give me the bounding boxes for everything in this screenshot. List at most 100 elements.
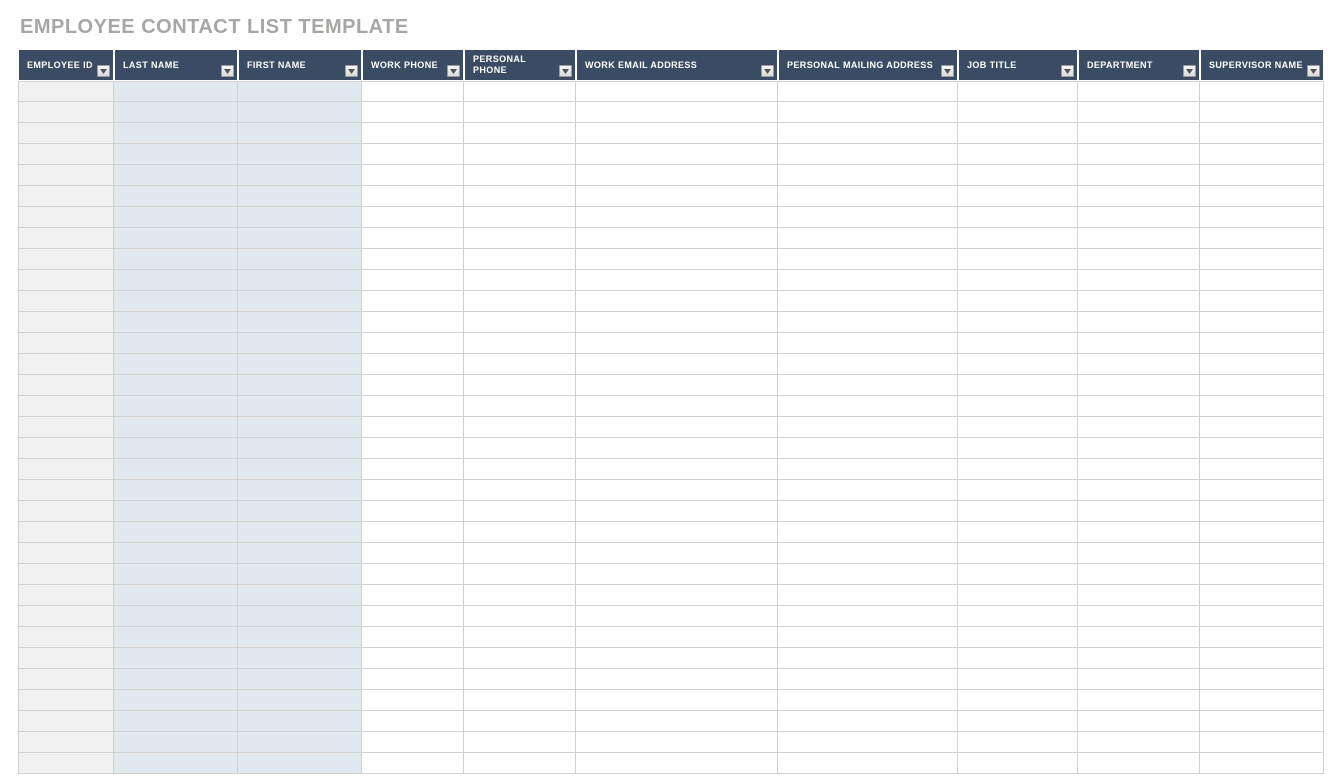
table-cell[interactable] — [18, 291, 114, 312]
table-cell[interactable] — [1200, 690, 1324, 711]
table-cell[interactable] — [1078, 186, 1200, 207]
table-cell[interactable] — [18, 459, 114, 480]
table-cell[interactable] — [778, 396, 958, 417]
table-cell[interactable] — [362, 270, 464, 291]
table-cell[interactable] — [114, 543, 238, 564]
table-cell[interactable] — [1200, 501, 1324, 522]
col-header-job-title[interactable]: JOB TITLE — [958, 49, 1078, 81]
table-cell[interactable] — [362, 438, 464, 459]
filter-dropdown-icon[interactable] — [1061, 65, 1074, 77]
table-cell[interactable] — [362, 501, 464, 522]
table-cell[interactable] — [464, 585, 576, 606]
table-cell[interactable] — [362, 711, 464, 732]
table-cell[interactable] — [778, 123, 958, 144]
table-cell[interactable] — [958, 690, 1078, 711]
table-cell[interactable] — [958, 417, 1078, 438]
table-cell[interactable] — [958, 375, 1078, 396]
table-cell[interactable] — [464, 543, 576, 564]
table-cell[interactable] — [114, 396, 238, 417]
table-cell[interactable] — [362, 564, 464, 585]
table-cell[interactable] — [238, 732, 362, 753]
table-cell[interactable] — [1078, 543, 1200, 564]
table-cell[interactable] — [1078, 144, 1200, 165]
table-cell[interactable] — [576, 606, 778, 627]
table-cell[interactable] — [778, 690, 958, 711]
table-cell[interactable] — [778, 543, 958, 564]
table-cell[interactable] — [1200, 291, 1324, 312]
table-cell[interactable] — [464, 312, 576, 333]
table-cell[interactable] — [238, 354, 362, 375]
table-cell[interactable] — [1200, 564, 1324, 585]
table-cell[interactable] — [778, 648, 958, 669]
table-cell[interactable] — [238, 543, 362, 564]
table-cell[interactable] — [778, 627, 958, 648]
table-cell[interactable] — [1078, 228, 1200, 249]
table-cell[interactable] — [362, 228, 464, 249]
table-cell[interactable] — [1200, 543, 1324, 564]
col-header-work-email[interactable]: WORK EMAIL ADDRESS — [576, 49, 778, 81]
table-cell[interactable] — [778, 102, 958, 123]
table-cell[interactable] — [958, 501, 1078, 522]
table-cell[interactable] — [958, 249, 1078, 270]
table-cell[interactable] — [1200, 396, 1324, 417]
table-cell[interactable] — [1078, 711, 1200, 732]
table-cell[interactable] — [464, 732, 576, 753]
table-cell[interactable] — [464, 669, 576, 690]
table-cell[interactable] — [18, 669, 114, 690]
table-cell[interactable] — [18, 522, 114, 543]
table-cell[interactable] — [1078, 522, 1200, 543]
table-cell[interactable] — [114, 711, 238, 732]
table-cell[interactable] — [1200, 165, 1324, 186]
table-cell[interactable] — [576, 480, 778, 501]
table-cell[interactable] — [238, 81, 362, 102]
table-cell[interactable] — [114, 249, 238, 270]
filter-dropdown-icon[interactable] — [1307, 65, 1320, 77]
col-header-last-name[interactable]: LAST NAME — [114, 49, 238, 81]
table-cell[interactable] — [778, 585, 958, 606]
table-cell[interactable] — [362, 375, 464, 396]
table-cell[interactable] — [238, 228, 362, 249]
filter-dropdown-icon[interactable] — [97, 65, 110, 77]
table-cell[interactable] — [778, 249, 958, 270]
table-cell[interactable] — [362, 312, 464, 333]
table-cell[interactable] — [18, 207, 114, 228]
table-cell[interactable] — [778, 606, 958, 627]
table-cell[interactable] — [1200, 354, 1324, 375]
table-cell[interactable] — [958, 291, 1078, 312]
table-cell[interactable] — [576, 81, 778, 102]
table-cell[interactable] — [18, 480, 114, 501]
table-cell[interactable] — [238, 312, 362, 333]
table-cell[interactable] — [958, 564, 1078, 585]
table-cell[interactable] — [18, 501, 114, 522]
table-cell[interactable] — [778, 564, 958, 585]
table-cell[interactable] — [464, 690, 576, 711]
table-cell[interactable] — [576, 144, 778, 165]
table-cell[interactable] — [238, 123, 362, 144]
filter-dropdown-icon[interactable] — [447, 65, 460, 77]
table-cell[interactable] — [1200, 627, 1324, 648]
table-cell[interactable] — [18, 123, 114, 144]
table-cell[interactable] — [238, 501, 362, 522]
table-cell[interactable] — [958, 753, 1078, 774]
table-cell[interactable] — [238, 480, 362, 501]
table-cell[interactable] — [18, 102, 114, 123]
table-cell[interactable] — [576, 375, 778, 396]
table-cell[interactable] — [778, 81, 958, 102]
table-cell[interactable] — [778, 270, 958, 291]
table-cell[interactable] — [464, 144, 576, 165]
table-cell[interactable] — [362, 543, 464, 564]
table-cell[interactable] — [18, 144, 114, 165]
table-cell[interactable] — [464, 354, 576, 375]
table-cell[interactable] — [464, 396, 576, 417]
col-header-personal-phone[interactable]: PERSONAL PHONE — [464, 49, 576, 81]
table-cell[interactable] — [18, 375, 114, 396]
table-cell[interactable] — [1078, 396, 1200, 417]
table-cell[interactable] — [18, 312, 114, 333]
table-cell[interactable] — [18, 354, 114, 375]
col-header-supervisor-name[interactable]: SUPERVISOR NAME — [1200, 49, 1324, 81]
table-cell[interactable] — [464, 417, 576, 438]
table-cell[interactable] — [238, 606, 362, 627]
table-cell[interactable] — [576, 564, 778, 585]
table-cell[interactable] — [362, 690, 464, 711]
table-cell[interactable] — [958, 207, 1078, 228]
